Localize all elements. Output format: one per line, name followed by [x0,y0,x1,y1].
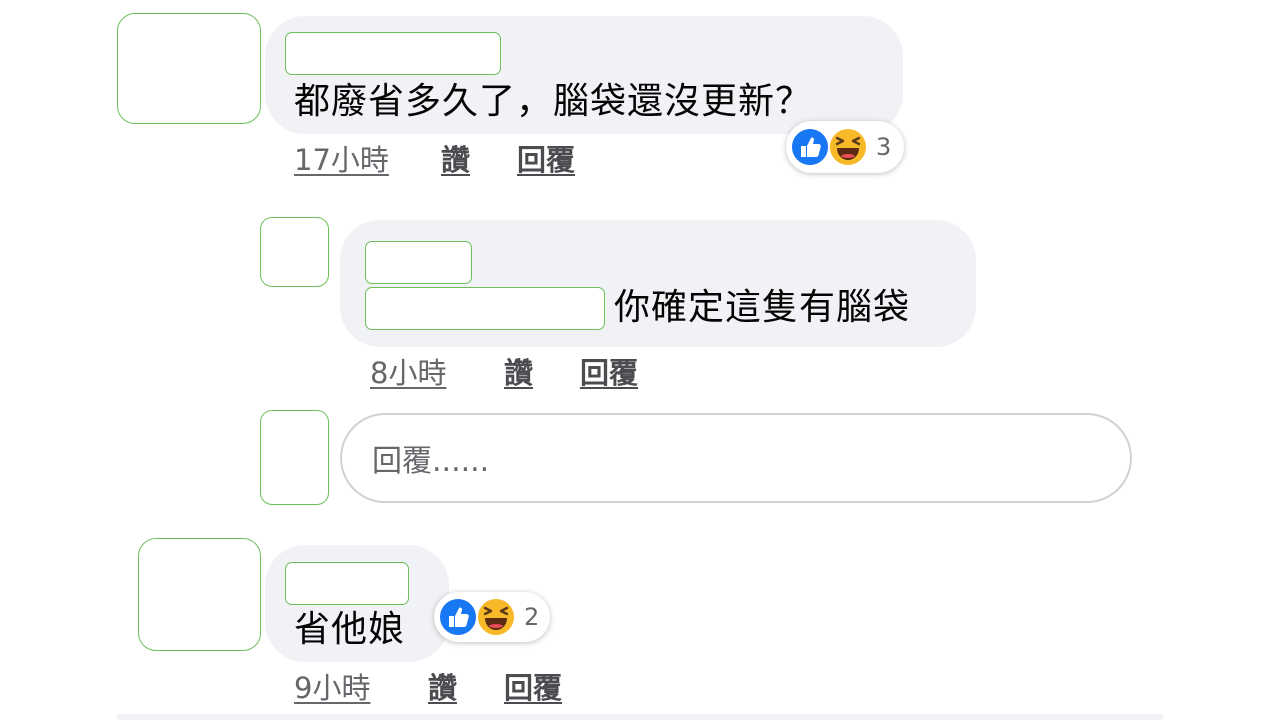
avatar [260,410,329,505]
comment-timestamp[interactable]: 17小時 [294,142,389,178]
comment-text: 省他娘 [294,609,406,650]
reaction-count: 3 [876,133,892,161]
reactions-summary[interactable]: 2 [434,592,550,642]
comment-timestamp[interactable]: 9小時 [294,670,370,706]
reactions-summary[interactable]: 3 [786,121,904,173]
reply-button[interactable]: 回覆 [504,670,562,706]
avatar[interactable] [138,538,261,651]
comment-timestamp[interactable]: 8小時 [370,355,446,391]
like-icon [790,127,830,167]
like-button[interactable]: 讚 [428,670,457,706]
reply-input-placeholder: 回覆...... [372,444,490,479]
reply-button[interactable]: 回覆 [580,355,638,391]
haha-icon [476,597,516,637]
reply-input[interactable]: 回覆...... [340,413,1132,503]
commenter-name-redacted[interactable] [285,32,501,75]
mentioned-user-redacted[interactable] [365,287,605,330]
like-button[interactable]: 讚 [504,355,533,391]
avatar[interactable] [117,13,261,124]
like-icon [438,597,478,637]
commenter-name-redacted[interactable] [365,241,472,284]
comment-text: 都廢省多久了，腦袋還沒更新？ [294,81,813,122]
divider [117,714,1163,720]
avatar[interactable] [260,217,329,287]
reaction-count: 2 [524,603,540,631]
like-button[interactable]: 讚 [441,142,470,178]
haha-icon [828,127,868,167]
reply-button[interactable]: 回覆 [517,142,575,178]
comment-text: 你確定這隻有腦袋 [614,287,911,328]
commenter-name-redacted[interactable] [285,562,409,605]
